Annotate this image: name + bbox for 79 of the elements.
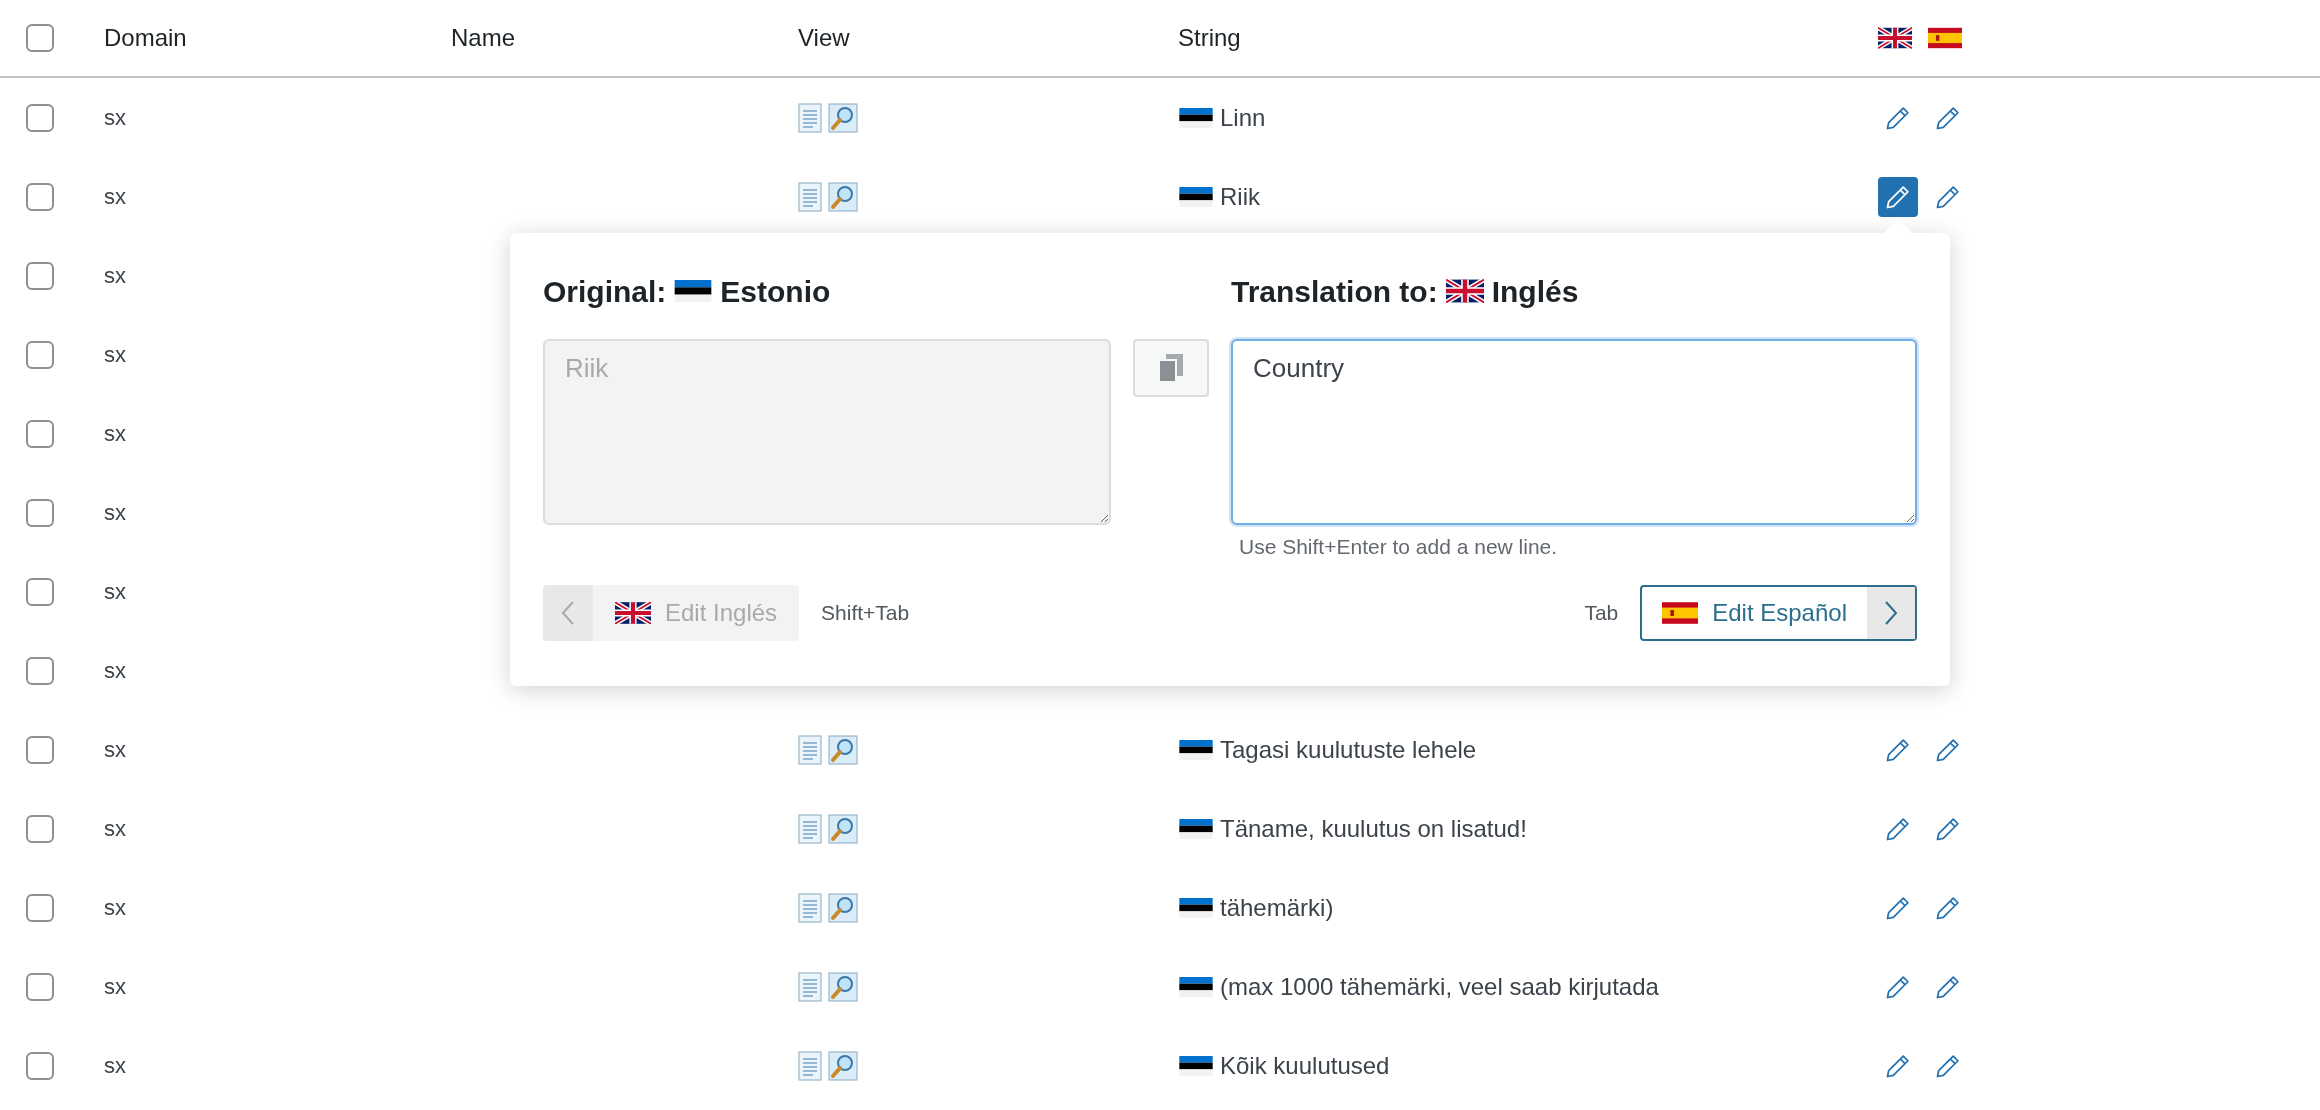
- document-icon[interactable]: [798, 102, 822, 133]
- checkbox[interactable]: [26, 814, 54, 843]
- translation-language: Inglés: [1491, 273, 1579, 310]
- domain-text: sx: [104, 1053, 126, 1078]
- domain-text: sx: [104, 421, 126, 446]
- translation-text-field[interactable]: Country: [1231, 339, 1917, 525]
- magnifier-icon[interactable]: [828, 181, 858, 212]
- shortcut-text: Tab: [1584, 599, 1619, 626]
- flag-icon: [1878, 27, 1912, 49]
- string-text: Tagasi kuulutuste lehele: [1220, 734, 1477, 765]
- original-language: Estonio: [720, 273, 831, 310]
- flag-icon: [1178, 186, 1214, 207]
- domain-text: sx: [104, 737, 126, 762]
- shortcut-text: Shift+Tab: [821, 599, 910, 626]
- column-header[interactable]: View: [798, 24, 850, 51]
- domain-text: sx: [104, 184, 126, 209]
- domain-text: sx: [104, 263, 126, 288]
- checkbox[interactable]: [26, 656, 54, 685]
- document-icon[interactable]: [798, 1050, 822, 1081]
- checkbox[interactable]: [26, 498, 54, 527]
- domain-text: sx: [104, 816, 126, 841]
- checkbox[interactable]: [26, 419, 54, 448]
- checkbox[interactable]: [26, 972, 54, 1001]
- flag-icon: [1178, 1055, 1214, 1076]
- flag-icon: [1178, 897, 1214, 918]
- domain-text: sx: [104, 895, 126, 920]
- string-text: (max 1000 tähemärki, veel saab kirjutada: [1220, 971, 1659, 1002]
- copy-button[interactable]: [1133, 339, 1210, 397]
- translation-label: Translation to:: [1231, 273, 1438, 310]
- flag-icon: [1928, 27, 1962, 49]
- checkbox[interactable]: [26, 893, 54, 922]
- magnifier-icon[interactable]: [828, 1050, 858, 1081]
- flag-icon: [615, 601, 651, 624]
- checkbox[interactable]: [26, 182, 54, 211]
- domain-text: sx: [104, 500, 126, 525]
- chevron-right-icon: [1884, 599, 1898, 626]
- document-icon[interactable]: [798, 181, 822, 212]
- string-text: Täname, kuulutus on lisatud!: [1220, 813, 1527, 844]
- hint-text: Use Shift+Enter to add a new line.: [1238, 534, 1559, 560]
- string-text: Kõik kuulutused: [1220, 1050, 1390, 1081]
- flag-icon: [1662, 601, 1699, 624]
- flag-icon: [674, 280, 713, 302]
- column-header[interactable]: Name: [451, 24, 516, 51]
- checkbox[interactable]: [26, 24, 54, 52]
- magnifier-icon[interactable]: [828, 892, 858, 923]
- edit-button[interactable]: [1878, 176, 1918, 217]
- magnifier-icon[interactable]: [828, 734, 858, 765]
- document-icon[interactable]: [798, 971, 822, 1002]
- checkbox[interactable]: [26, 735, 54, 764]
- domain-text: sx: [104, 105, 126, 130]
- copy-icon: [1158, 353, 1185, 383]
- column-header[interactable]: Domain: [104, 24, 187, 51]
- checkbox[interactable]: [26, 577, 54, 606]
- document-icon[interactable]: [798, 892, 822, 923]
- domain-text: sx: [104, 974, 126, 999]
- domain-text: sx: [104, 579, 126, 604]
- string-text: tähemärki): [1220, 892, 1334, 923]
- domain-text: sx: [104, 658, 126, 683]
- flag-icon: [1178, 107, 1214, 128]
- magnifier-icon[interactable]: [828, 971, 858, 1002]
- checkbox[interactable]: [26, 340, 54, 369]
- domain-text: sx: [104, 342, 126, 367]
- original-label: Original:: [543, 273, 667, 310]
- column-header[interactable]: String: [1178, 24, 1241, 51]
- string-text: Riik: [1220, 181, 1260, 212]
- flag-icon: [1178, 739, 1214, 760]
- chevron-left-icon: [561, 599, 575, 626]
- flag-icon: [1178, 818, 1214, 839]
- flag-icon: [1445, 279, 1484, 303]
- magnifier-icon[interactable]: [828, 813, 858, 844]
- checkbox[interactable]: [26, 103, 54, 132]
- magnifier-icon[interactable]: [828, 102, 858, 133]
- flag-icon: [1178, 976, 1214, 997]
- string-text: Linn: [1220, 102, 1266, 133]
- checkbox[interactable]: [26, 1051, 54, 1080]
- document-icon[interactable]: [798, 734, 822, 765]
- checkbox[interactable]: [26, 261, 54, 290]
- next-button[interactable]: Edit Español: [1640, 584, 1917, 641]
- document-icon[interactable]: [798, 813, 822, 844]
